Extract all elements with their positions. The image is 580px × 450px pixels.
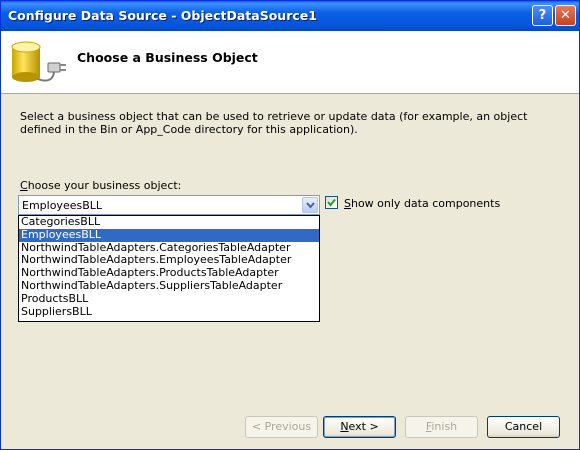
checkbox-label-text: how only data components <box>350 197 501 210</box>
checkmark-icon <box>327 198 336 207</box>
show-only-data-components-checkbox[interactable] <box>325 196 338 209</box>
finish-button[interactable]: Finish <box>405 416 478 438</box>
configure-data-source-dialog: Configure Data Source - ObjectDataSource… <box>0 0 580 450</box>
dropdown-option[interactable]: NorthwindTableAdapters.SuppliersTableAda… <box>19 279 319 293</box>
cancel-label: Cancel <box>504 420 543 433</box>
description-text: Select a business object that can be use… <box>20 110 528 136</box>
help-icon: ? <box>538 8 547 23</box>
next-accelerator: N <box>340 420 349 433</box>
label-text: hoose your business object: <box>27 179 182 192</box>
help-button[interactable]: ? <box>532 5 553 26</box>
database-plug-icon <box>11 41 66 82</box>
next-button[interactable]: Next > <box>323 416 396 438</box>
business-object-combobox[interactable]: EmployeesBLL <box>18 195 320 215</box>
close-icon: ✕ <box>560 8 571 23</box>
business-object-dropdown-list[interactable]: CategoriesBLL EmployeesBLL NorthwindTableA… <box>18 215 320 322</box>
dropdown-option[interactable]: ProductsBLL <box>19 292 319 306</box>
wizard-header: Choose a Business Object <box>1 31 579 94</box>
previous-button[interactable]: < Previous <box>245 416 318 438</box>
dropdown-option[interactable]: CategoriesBLL <box>19 215 319 229</box>
window-title: Configure Data Source - ObjectDataSource… <box>8 8 317 23</box>
combobox-dropdown-button[interactable] <box>302 197 318 213</box>
dropdown-option[interactable]: EmployeesBLL <box>19 228 319 242</box>
close-button[interactable]: ✕ <box>555 5 576 26</box>
next-label: ext > <box>348 420 379 433</box>
previous-label: < Previous <box>251 420 312 433</box>
chevron-down-icon <box>306 202 315 209</box>
label-accelerator: C <box>20 179 28 192</box>
show-only-data-components-label[interactable]: Show only data components <box>344 197 500 210</box>
page-title: Choose a Business Object <box>77 50 258 65</box>
cancel-button[interactable]: Cancel <box>487 416 560 438</box>
combobox-value: EmployeesBLL <box>22 199 103 212</box>
finish-label: inish <box>431 420 458 433</box>
dropdown-option[interactable]: SuppliersBLL <box>19 305 319 319</box>
title-bar[interactable]: Configure Data Source - ObjectDataSource… <box>1 1 579 31</box>
checkbox-accelerator: S <box>344 197 351 210</box>
business-object-label: Choose your business object: <box>20 179 181 192</box>
